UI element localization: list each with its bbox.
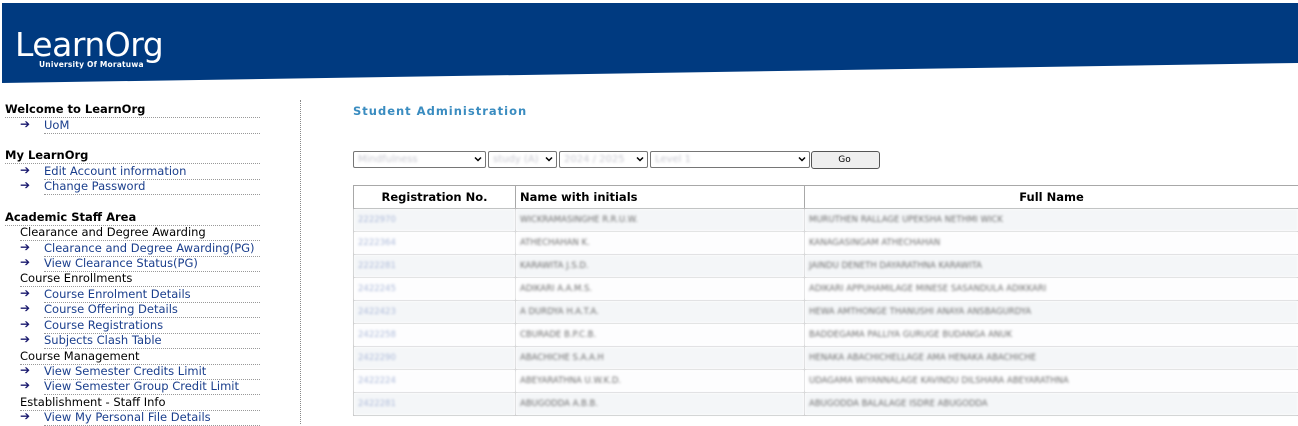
right-arrow-icon: ➔ — [20, 240, 30, 254]
sidebar-link-semester-group-credit-limit[interactable]: ➔View Semester Group Credit Limit — [44, 379, 260, 395]
cell-registration-no[interactable]: 2222970 — [354, 209, 516, 232]
table-row[interactable]: 2222281KARAWITA J.S.D.JAINDU DENETH DAYA… — [354, 255, 1298, 278]
cell-name-initials: CBURADE B.P.C.B. — [516, 324, 805, 347]
cell-name-initials: A DURDYA H.A.T.A. — [516, 301, 805, 324]
cell-name-initials: ABUGODDA A.B.B. — [516, 393, 805, 416]
welcome-section-title: Welcome to LearnOrg — [5, 102, 260, 118]
right-arrow-icon: ➔ — [20, 363, 30, 377]
table-row[interactable]: 2422245ADIKARI A.A.M.S.ADIKARI APPUHAMIL… — [354, 278, 1298, 301]
right-arrow-icon: ➔ — [20, 178, 30, 192]
go-button[interactable]: Go — [811, 151, 880, 169]
group-heading-establishment: Establishment - Staff Info — [20, 395, 260, 411]
page-title: Student Administration — [353, 104, 527, 118]
cell-full-name: ADIKARI APPUHAMILAGE MINESE SASANDULA AD… — [805, 278, 1298, 301]
learnorg-logo[interactable]: LearnOrg University Of Moratuwa — [15, 28, 163, 62]
cell-name-initials: ADIKARI A.A.M.S. — [516, 278, 805, 301]
table-row[interactable]: 2422281ABUGODDA A.B.B.ABUGODDA BALALAGE … — [354, 393, 1298, 416]
chevron-down-icon — [636, 155, 644, 163]
column-header-registration-no[interactable]: Registration No. — [354, 186, 516, 209]
cell-name-initials: WICKRAMASINGHE R.R.U.W. — [516, 209, 805, 232]
right-arrow-icon: ➔ — [20, 255, 30, 269]
column-header-full-name[interactable]: Full Name — [805, 186, 1298, 209]
table-header-row: Registration No. Name with initials Full… — [354, 186, 1298, 209]
sidebar-link-course-offering-details[interactable]: ➔Course Offering Details — [44, 302, 260, 318]
right-arrow-icon: ➔ — [20, 317, 30, 331]
academic-year-select[interactable]: 2024 / 2025 — [559, 151, 648, 168]
cell-full-name: HEWA AMTHONGE THANUSHI ANAYA ANSBAGURDYA — [805, 301, 1298, 324]
cell-full-name: MURUTHEN RALLAGE UPEKSHA NETHMI WICK — [805, 209, 1298, 232]
table-row[interactable]: 2422290ABACHICHE S.A.A.HHENAKA ABACHICHE… — [354, 347, 1298, 370]
table-row[interactable]: 2422224ABEYARATHNA U.W.K.D.UDAGAMA WIYAN… — [354, 370, 1298, 393]
cell-full-name: ABUGODDA BALALAGE ISDRE ABUGODDA — [805, 393, 1298, 416]
sidebar-link-clearance-degree-pg[interactable]: ➔Clearance and Degree Awarding(PG) — [44, 241, 260, 257]
department-select[interactable]: Mindfulness — [353, 151, 486, 168]
cell-full-name: JAINDU DENETH DAYARATHNA KARAWITA — [805, 255, 1298, 278]
right-arrow-icon: ➔ — [20, 163, 30, 177]
table-row[interactable]: 2222364ATHECHAHAN K.KANAGASINGAM ATHECHA… — [354, 232, 1298, 255]
table-body: 2222970WICKRAMASINGHE R.R.U.W.MURUTHEN R… — [354, 209, 1298, 416]
chevron-down-icon — [798, 155, 806, 163]
sidebar-link-uom[interactable]: ➔UoM — [44, 118, 260, 134]
right-arrow-icon: ➔ — [20, 117, 30, 131]
cell-registration-no[interactable]: 2222281 — [354, 255, 516, 278]
sidebar-link-course-enrolment-details[interactable]: ➔Course Enrolment Details — [44, 287, 260, 303]
cell-full-name: BADDEGAMA PALLIYA GURUGE BUDANGA ANUK — [805, 324, 1298, 347]
cell-name-initials: ABEYARATHNA U.W.K.D. — [516, 370, 805, 393]
group-heading-clearance: Clearance and Degree Awarding — [20, 225, 260, 241]
cell-registration-no[interactable]: 2422224 — [354, 370, 516, 393]
my-learnorg-section-title: My LearnOrg — [5, 148, 260, 164]
stream-select[interactable]: study (A) — [488, 151, 557, 168]
sidebar-link-semester-credits-limit[interactable]: ➔View Semester Credits Limit — [44, 364, 260, 380]
cell-registration-no[interactable]: 2422290 — [354, 347, 516, 370]
academic-staff-section-title: Academic Staff Area — [5, 210, 260, 226]
sidebar-link-view-clearance-status[interactable]: ➔View Clearance Status(PG) — [44, 256, 260, 272]
cell-name-initials: KARAWITA J.S.D. — [516, 255, 805, 278]
column-header-name-initials[interactable]: Name with initials — [516, 186, 805, 209]
chevron-down-icon — [474, 155, 482, 163]
sidebar-link-course-registrations[interactable]: ➔Course Registrations — [44, 318, 260, 334]
header-banner — [2, 3, 1298, 83]
cell-registration-no[interactable]: 2422281 — [354, 393, 516, 416]
logo-subtitle: University Of Moratuwa — [39, 60, 144, 69]
right-arrow-icon: ➔ — [20, 409, 30, 423]
table-row[interactable]: 2422258CBURADE B.P.C.B.BADDEGAMA PALLIYA… — [354, 324, 1298, 347]
cell-full-name: HENAKA ABACHICHELLAGE AMA HENAKA ABACHIC… — [805, 347, 1298, 370]
cell-registration-no[interactable]: 2422423 — [354, 301, 516, 324]
logo-title: LearnOrg — [15, 28, 163, 62]
cell-name-initials: ATHECHAHAN K. — [516, 232, 805, 255]
cell-registration-no[interactable]: 2222364 — [354, 232, 516, 255]
group-heading-course-enrollments: Course Enrollments — [20, 271, 260, 287]
cell-full-name: UDAGAMA WIYANNALAGE KAVINDU DILSHARA ABE… — [805, 370, 1298, 393]
sidebar-link-edit-account[interactable]: ➔Edit Account information — [44, 164, 260, 180]
cell-registration-no[interactable]: 2422258 — [354, 324, 516, 347]
chevron-down-icon — [545, 155, 553, 163]
sidebar-link-subjects-clash-table[interactable]: ➔Subjects Clash Table — [44, 333, 260, 349]
right-arrow-icon: ➔ — [20, 286, 30, 300]
level-select[interactable]: Level 1 — [650, 151, 810, 168]
cell-registration-no[interactable]: 2422245 — [354, 278, 516, 301]
table-row[interactable]: 2222970WICKRAMASINGHE R.R.U.W.MURUTHEN R… — [354, 209, 1298, 232]
student-table: Registration No. Name with initials Full… — [353, 185, 1298, 416]
cell-name-initials: ABACHICHE S.A.A.H — [516, 347, 805, 370]
group-heading-course-management: Course Management — [20, 349, 260, 365]
sidebar-link-change-password[interactable]: ➔Change Password — [44, 179, 260, 195]
right-arrow-icon: ➔ — [20, 378, 30, 392]
right-arrow-icon: ➔ — [20, 332, 30, 346]
cell-full-name: KANAGASINGAM ATHECHAHAN — [805, 232, 1298, 255]
table-row[interactable]: 2422423A DURDYA H.A.T.A.HEWA AMTHONGE TH… — [354, 301, 1298, 324]
right-arrow-icon: ➔ — [20, 301, 30, 315]
